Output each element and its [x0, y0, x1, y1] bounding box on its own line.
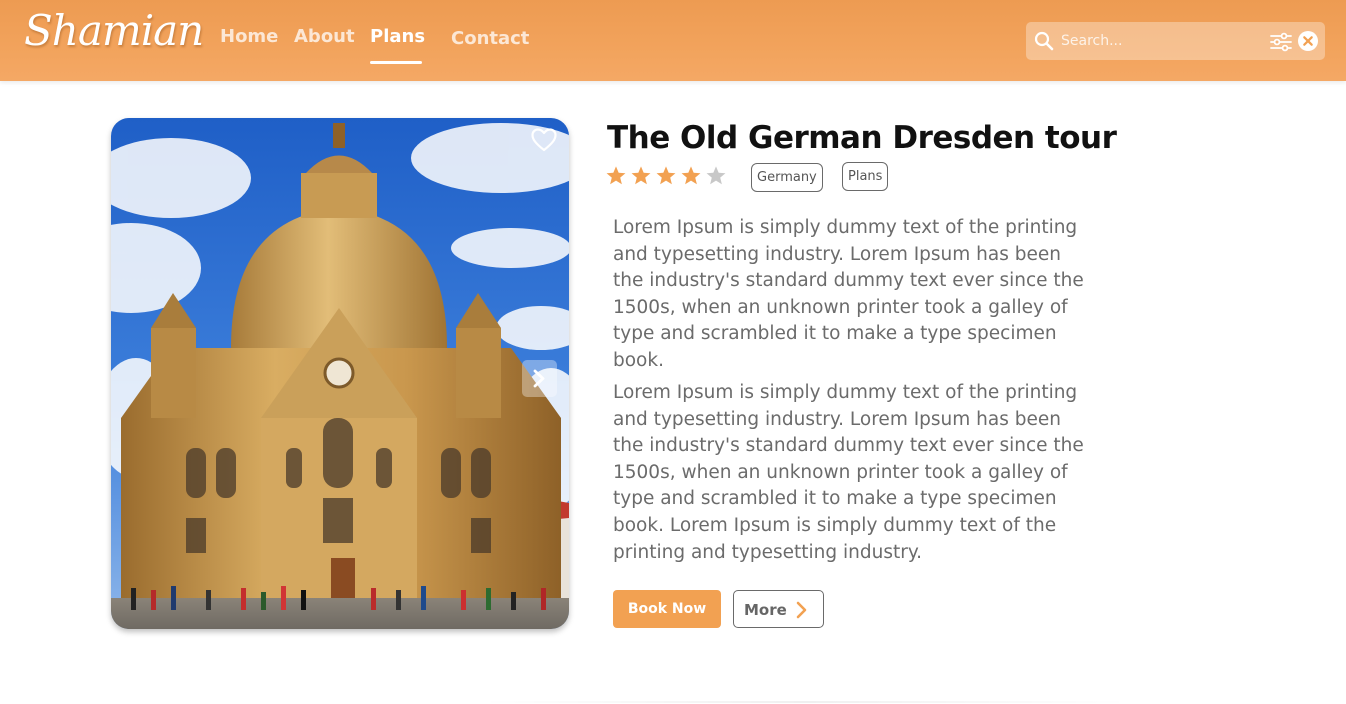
- next-image-button[interactable]: [522, 360, 557, 397]
- chevron-right-icon: [533, 369, 545, 388]
- logo[interactable]: Shamian: [24, 6, 204, 55]
- tour-photo[interactable]: [111, 118, 569, 629]
- heart-icon[interactable]: [531, 128, 557, 152]
- filter-icon[interactable]: [1270, 32, 1292, 52]
- star-icon: [631, 166, 651, 185]
- more-button-label: More: [744, 601, 787, 619]
- close-circle-icon[interactable]: [1298, 31, 1318, 51]
- rating-stars: [605, 165, 727, 189]
- nav-plans[interactable]: Plans: [370, 26, 425, 47]
- book-now-button[interactable]: Book Now: [613, 590, 721, 628]
- top-navbar: Shamian Home About Plans Contact: [0, 0, 1346, 81]
- cathedral-illustration: [111, 118, 569, 629]
- star-icon-empty: [706, 166, 726, 185]
- search-icon[interactable]: [1034, 31, 1054, 51]
- more-button[interactable]: More: [733, 590, 824, 628]
- tour-title: The Old German Dresden tour: [607, 120, 1117, 156]
- star-icon: [606, 166, 626, 185]
- description-paragraph-1: Lorem Ipsum is simply dummy text of the …: [613, 217, 1084, 371]
- search-bar: [1026, 22, 1325, 60]
- nav-contact[interactable]: Contact: [451, 28, 529, 49]
- nav-home[interactable]: Home: [220, 26, 278, 47]
- active-nav-indicator: [370, 61, 422, 64]
- tag-germany[interactable]: Germany: [751, 163, 823, 192]
- chevron-right-icon: [796, 601, 807, 619]
- description-paragraph-2: Lorem Ipsum is simply dummy text of the …: [613, 382, 1084, 563]
- tag-plans[interactable]: Plans: [842, 162, 889, 191]
- section-divider: [480, 701, 1130, 703]
- star-icon: [681, 166, 701, 185]
- nav-about[interactable]: About: [294, 26, 355, 47]
- search-input[interactable]: [1061, 28, 1261, 54]
- star-icon: [656, 166, 676, 185]
